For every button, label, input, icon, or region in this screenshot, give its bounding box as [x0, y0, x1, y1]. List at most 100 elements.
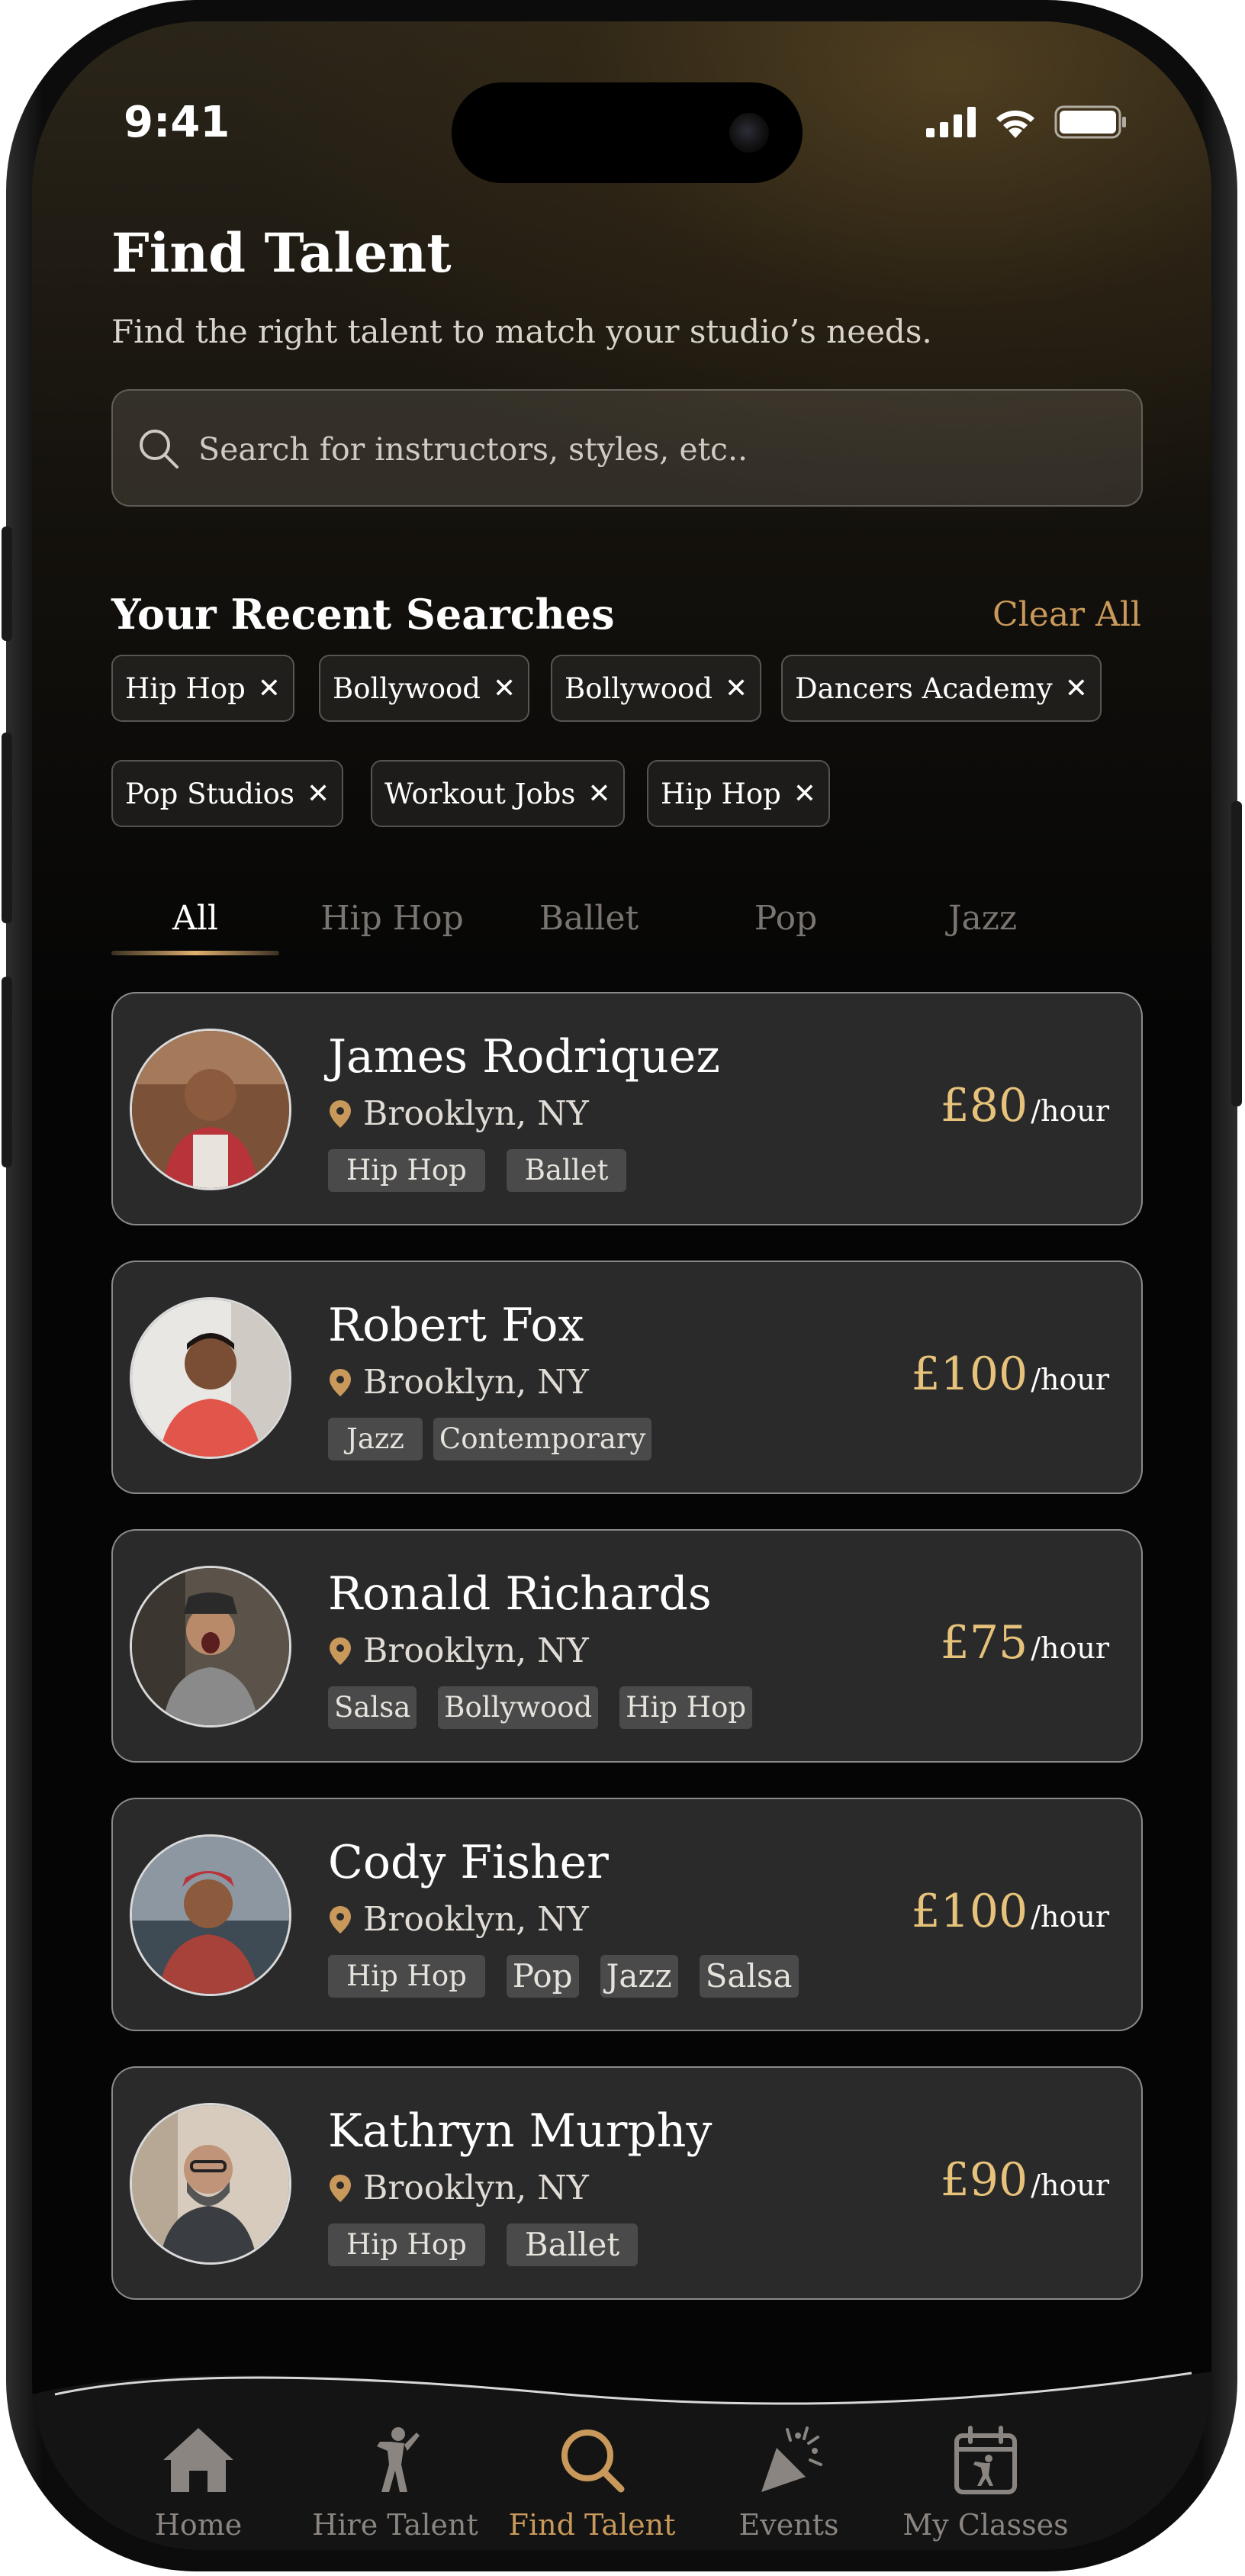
location-pin-icon — [330, 1368, 351, 1396]
nav-label: Home — [154, 2508, 243, 2542]
talent-name: Kathryn Murphy — [328, 2104, 713, 2158]
close-icon[interactable]: ✕ — [307, 778, 330, 810]
talent-card[interactable]: Cody Fisher Brooklyn, NY Hip Hop Pop Jaz… — [111, 1798, 1143, 2031]
tab-pop[interactable]: Pop — [702, 899, 870, 938]
style-tag: Hip Hop — [328, 1955, 485, 1998]
avatar — [130, 1297, 291, 1459]
style-tag: Contemporary — [433, 1418, 652, 1460]
search-input[interactable] — [197, 414, 1115, 485]
talent-location: Brooklyn, NY — [328, 1631, 589, 1670]
talent-card[interactable]: Kathryn Murphy Brooklyn, NY Hip Hop Ball… — [111, 2066, 1143, 2300]
location-pin-icon — [330, 2174, 351, 2202]
price: £75 /hour — [941, 1616, 1109, 1670]
recent-chip[interactable]: Hip Hop ✕ — [111, 655, 294, 722]
price-unit: /hour — [1031, 1900, 1109, 1934]
chip-label: Pop Studios — [125, 777, 294, 810]
nav-my-classes[interactable]: My Classes — [886, 2425, 1085, 2542]
chip-label: Hip Hop — [125, 671, 246, 705]
nav-events[interactable]: Events — [690, 2425, 888, 2542]
talent-location: Brooklyn, NY — [328, 1900, 589, 1939]
volume-down-button — [2, 977, 12, 1167]
style-tag: Ballet — [506, 1149, 627, 1192]
search-bar[interactable] — [111, 389, 1143, 507]
location-pin-icon — [330, 1100, 351, 1128]
search-icon — [561, 2429, 625, 2493]
recent-chip[interactable]: Workout Jobs ✕ — [371, 760, 625, 827]
nav-hire-talent[interactable]: Hire Talent — [296, 2425, 494, 2542]
avatar — [130, 2103, 291, 2265]
style-tag: Hip Hop — [328, 1149, 485, 1192]
style-tag: Hip Hop — [328, 2223, 485, 2266]
page-subtitle: Find the right talent to match your stud… — [111, 313, 932, 350]
status-icons — [926, 105, 1128, 139]
price-value: £80 — [940, 1079, 1028, 1132]
recent-chip[interactable]: Hip Hop ✕ — [647, 760, 830, 827]
talent-name: Cody Fisher — [328, 1836, 609, 1889]
chip-label: Bollywood — [333, 671, 481, 705]
style-tags: Hip Hop Ballet — [328, 2223, 639, 2266]
chip-label: Dancers Academy — [795, 671, 1053, 705]
nav-find-talent[interactable]: Find Talent — [493, 2425, 691, 2542]
chip-label: Workout Jobs — [384, 777, 576, 810]
location-text: Brooklyn, NY — [363, 2169, 589, 2207]
talent-card[interactable]: Ronald Richards Brooklyn, NY Salsa Bolly… — [111, 1529, 1143, 1763]
bottom-nav: Home Hire Talent Find Talent Events My C… — [32, 2372, 1211, 2550]
recent-chip[interactable]: Bollywood ✕ — [319, 655, 530, 722]
close-icon[interactable]: ✕ — [587, 778, 610, 810]
power-button — [1231, 801, 1242, 1106]
price-unit: /hour — [1031, 1094, 1109, 1128]
location-pin-icon — [330, 1905, 351, 1934]
price: £80 /hour — [941, 1079, 1109, 1132]
tab-jazz[interactable]: Jazz — [899, 899, 1066, 938]
dancer-icon — [377, 2427, 420, 2492]
price-value: £100 — [911, 1885, 1028, 1938]
style-tag: Salsa — [699, 1955, 799, 1998]
recent-chip[interactable]: Dancers Academy ✕ — [781, 655, 1102, 722]
nav-label: Events — [738, 2508, 839, 2542]
price-value: £75 — [940, 1616, 1028, 1670]
talent-name: Ronald Richards — [328, 1567, 712, 1621]
avatar — [130, 1029, 291, 1190]
style-tag: Hip Hop — [619, 1686, 753, 1729]
tab-hip-hop[interactable]: Hip Hop — [308, 899, 476, 938]
style-tags: Hip Hop Ballet — [328, 1149, 627, 1192]
style-tag: Jazz — [600, 1955, 678, 1998]
style-tag: Ballet — [506, 2223, 639, 2266]
talent-location: Brooklyn, NY — [328, 1363, 589, 1402]
price-value: £90 — [940, 2153, 1028, 2207]
style-tag: Pop — [506, 1955, 579, 1998]
camera-icon — [729, 113, 769, 153]
price-unit: /hour — [1031, 2169, 1109, 2202]
clear-all-button[interactable]: Clear All — [992, 595, 1141, 634]
volume-up-button — [2, 733, 12, 923]
recent-chip[interactable]: Pop Studios ✕ — [111, 760, 344, 827]
close-icon[interactable]: ✕ — [725, 673, 748, 704]
calendar-dancer-icon — [954, 2426, 1017, 2494]
style-tags: Hip Hop Pop Jazz Salsa — [328, 1955, 799, 1998]
price-value: £100 — [911, 1348, 1028, 1401]
talent-card[interactable]: James Rodriquez Brooklyn, NY Hip Hop Bal… — [111, 992, 1143, 1225]
nav-label: Hire Talent — [312, 2508, 478, 2542]
price: £90 /hour — [941, 2153, 1109, 2207]
screen: 9:41 Find Talent Find the right talent t… — [32, 21, 1211, 2550]
dynamic-island — [452, 82, 803, 183]
close-icon[interactable]: ✕ — [793, 778, 816, 810]
talent-card[interactable]: Robert Fox Brooklyn, NY Jazz Contemporar… — [111, 1261, 1143, 1494]
recent-chip[interactable]: Bollywood ✕ — [551, 655, 762, 722]
location-text: Brooklyn, NY — [363, 1900, 589, 1939]
price: £100 /hour — [912, 1885, 1110, 1938]
nav-label: Find Talent — [508, 2508, 676, 2542]
close-icon[interactable]: ✕ — [1065, 673, 1088, 704]
style-tag: Bollywood — [438, 1686, 599, 1729]
home-icon — [163, 2428, 233, 2492]
location-text: Brooklyn, NY — [363, 1631, 589, 1670]
nav-label: My Classes — [902, 2508, 1069, 2542]
avatar — [130, 1834, 291, 1996]
style-tag: Salsa — [328, 1686, 417, 1729]
close-icon[interactable]: ✕ — [258, 673, 281, 704]
tab-ballet[interactable]: Ballet — [505, 899, 673, 938]
close-icon[interactable]: ✕ — [493, 673, 516, 704]
nav-home[interactable]: Home — [99, 2425, 298, 2542]
active-tab-indicator — [111, 951, 279, 955]
tab-all[interactable]: All — [111, 899, 279, 938]
